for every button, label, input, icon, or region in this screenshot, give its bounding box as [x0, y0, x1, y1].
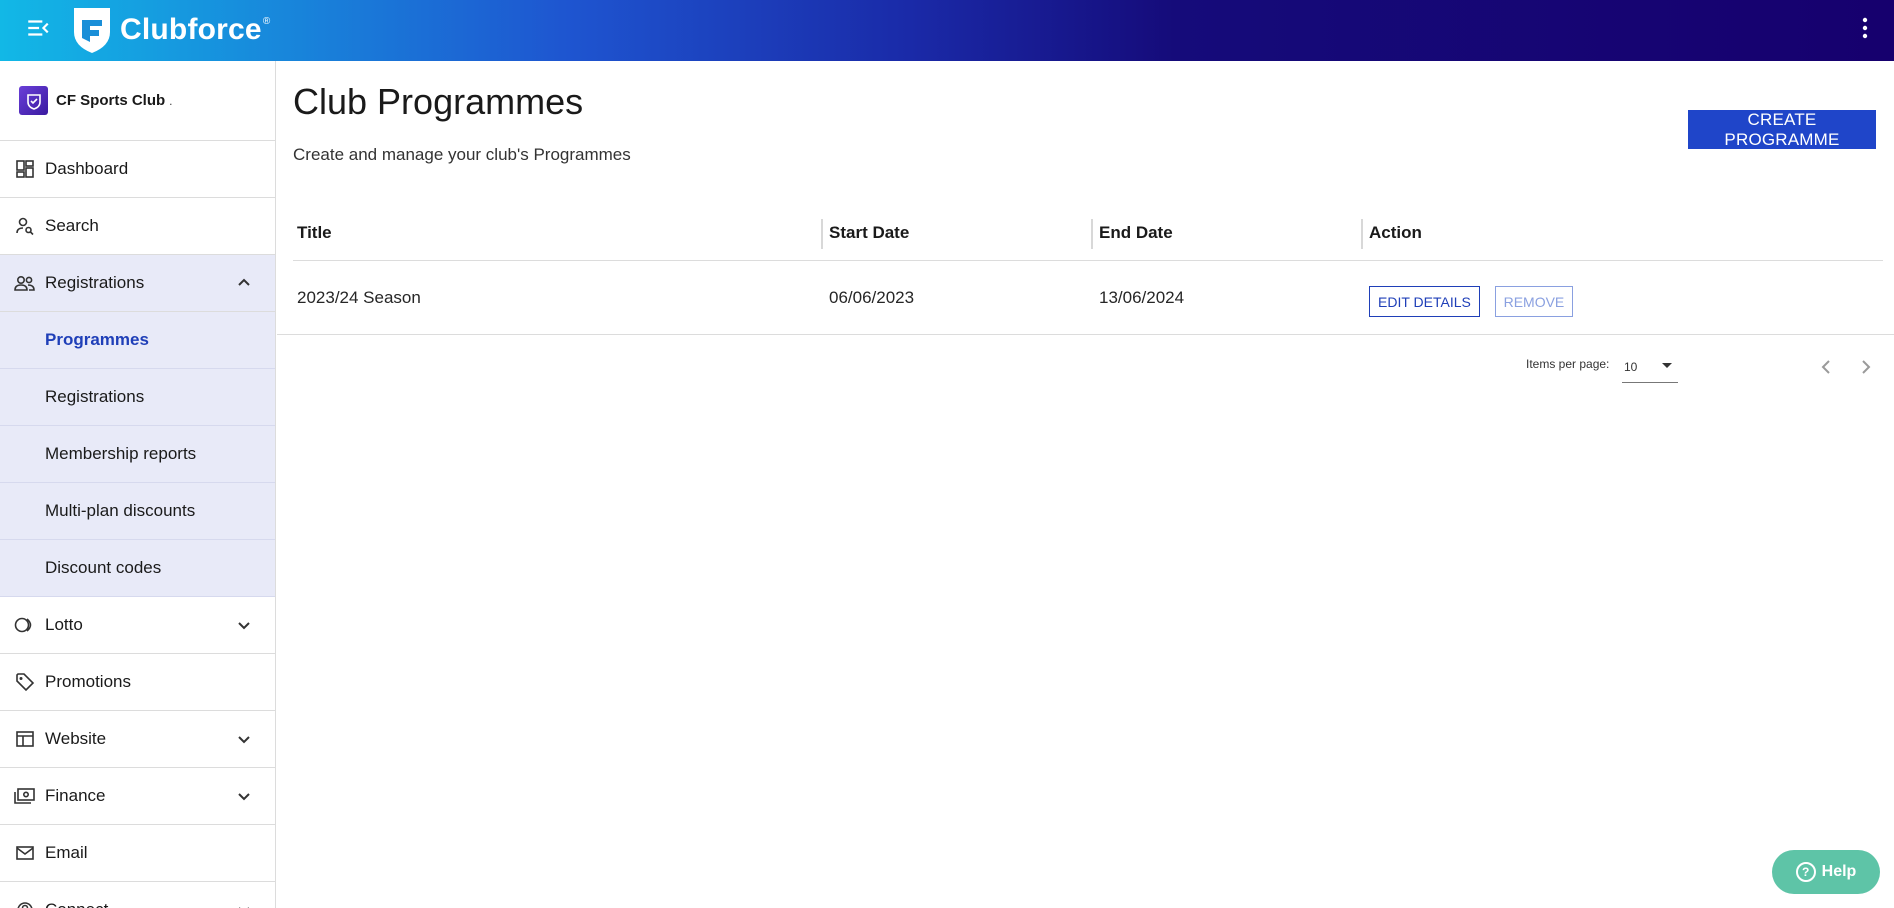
- edit-details-button[interactable]: EDIT DETAILS: [1369, 286, 1480, 317]
- registered-mark: ®: [262, 16, 271, 27]
- website-icon: [14, 728, 36, 750]
- page-subtitle: Create and manage your club's Programmes: [293, 145, 631, 164]
- column-header-end-date[interactable]: End Date: [1091, 205, 1365, 260]
- sidebar-item-label: Connect: [45, 900, 108, 908]
- sidebar-subitem-registrations[interactable]: Registrations: [0, 369, 275, 426]
- dropdown-caret-icon: [1662, 363, 1672, 368]
- previous-page-icon[interactable]: [1816, 357, 1836, 377]
- sidebar-item-label: Dashboard: [45, 159, 129, 178]
- sidebar-item-label: Email: [45, 843, 88, 862]
- sidebar-item-label: Search: [45, 216, 99, 235]
- top-app-bar: Clubforce ®: [0, 0, 1894, 61]
- mail-icon: [14, 842, 36, 864]
- items-per-page-label: Items per page:: [1526, 357, 1610, 371]
- lotto-icon: [14, 614, 36, 636]
- sidebar-subitem-discount-codes[interactable]: Discount codes: [0, 540, 275, 597]
- sidebar-item-registrations[interactable]: Registrations: [0, 255, 275, 312]
- remove-button[interactable]: REMOVE: [1494, 286, 1574, 317]
- sidebar-item-label: Lotto: [45, 615, 83, 634]
- sidebar: CF Sports Club . Dashboard Search Regist…: [0, 61, 276, 908]
- sidebar-item-label: Promotions: [45, 672, 131, 691]
- column-header-start-date[interactable]: Start Date: [821, 205, 1095, 260]
- sidebar-item-connect[interactable]: Connect: [0, 882, 275, 908]
- tag-icon: [14, 671, 36, 693]
- clubforce-logo[interactable]: Clubforce ®: [70, 6, 270, 54]
- cell-start-date: 06/06/2023: [829, 287, 915, 307]
- people-icon: [14, 272, 36, 294]
- cell-end-date: 13/06/2024: [1099, 287, 1185, 307]
- cell-actions: EDIT DETAILS REMOVE: [1365, 278, 1883, 317]
- club-suffix: .: [169, 93, 173, 108]
- chevron-up-icon: [238, 278, 250, 286]
- create-programme-button[interactable]: CREATE PROGRAMME: [1688, 110, 1876, 149]
- club-name: CF Sports Club: [56, 92, 166, 109]
- sidebar-item-label: Website: [45, 729, 107, 748]
- sidebar-item-label: Finance: [45, 786, 106, 805]
- sidebar-item-search[interactable]: Search: [0, 198, 275, 255]
- paginator: Items per page: 10: [277, 351, 1894, 391]
- payments-icon: [14, 785, 36, 807]
- row-divider: [277, 334, 1894, 335]
- help-icon: ?: [1795, 862, 1816, 882]
- sidebar-subitem-multi-plan-discounts[interactable]: Multi-plan discounts: [0, 483, 275, 540]
- next-page-icon[interactable]: [1856, 357, 1876, 377]
- table-header: Title Start Date End Date Action: [293, 205, 1883, 261]
- sidebar-item-email[interactable]: Email: [0, 825, 275, 882]
- chevron-down-icon: [239, 907, 249, 908]
- chevron-down-icon: [238, 793, 250, 801]
- person-search-icon: [14, 215, 36, 237]
- sidebar-item-website[interactable]: Website: [0, 711, 275, 768]
- club-header[interactable]: CF Sports Club .: [0, 61, 275, 141]
- help-label: Help: [1821, 863, 1857, 880]
- sidebar-subitem-programmes[interactable]: Programmes: [0, 312, 275, 369]
- clubforce-shield-icon: [74, 8, 110, 53]
- sidebar-item-finance[interactable]: Finance: [0, 768, 275, 825]
- help-button[interactable]: ? Help: [1772, 850, 1880, 894]
- dashboard-icon: [14, 158, 36, 180]
- column-header-action: Action: [1361, 205, 1883, 260]
- menu-collapse-icon[interactable]: [25, 15, 51, 41]
- cell-title: 2023/24 Season: [297, 287, 421, 307]
- sidebar-item-label: Registrations: [45, 273, 145, 292]
- programmes-table: Title Start Date End Date Action 2023/24…: [277, 205, 1894, 335]
- app-name: Clubforce: [120, 13, 262, 46]
- items-per-page-value: 10: [1624, 360, 1638, 374]
- chevron-down-icon: [238, 622, 250, 630]
- main-content: Club Programmes Create and manage your c…: [277, 61, 1894, 908]
- club-badge-icon: [19, 86, 48, 115]
- chevron-down-icon: [238, 736, 250, 744]
- sidebar-item-lotto[interactable]: Lotto: [0, 597, 275, 654]
- page-title: Club Programmes: [293, 81, 584, 122]
- items-per-page-select[interactable]: 10: [1622, 351, 1678, 383]
- connect-icon: [14, 899, 36, 908]
- column-header-title[interactable]: Title: [293, 205, 825, 260]
- sidebar-subitem-membership-reports[interactable]: Membership reports: [0, 426, 275, 483]
- sidebar-item-promotions[interactable]: Promotions: [0, 654, 275, 711]
- sidebar-item-dashboard[interactable]: Dashboard: [0, 141, 275, 198]
- table-row: 2023/24 Season 06/06/2023 13/06/2024 EDI…: [293, 261, 1883, 334]
- more-vert-icon[interactable]: [1860, 16, 1870, 40]
